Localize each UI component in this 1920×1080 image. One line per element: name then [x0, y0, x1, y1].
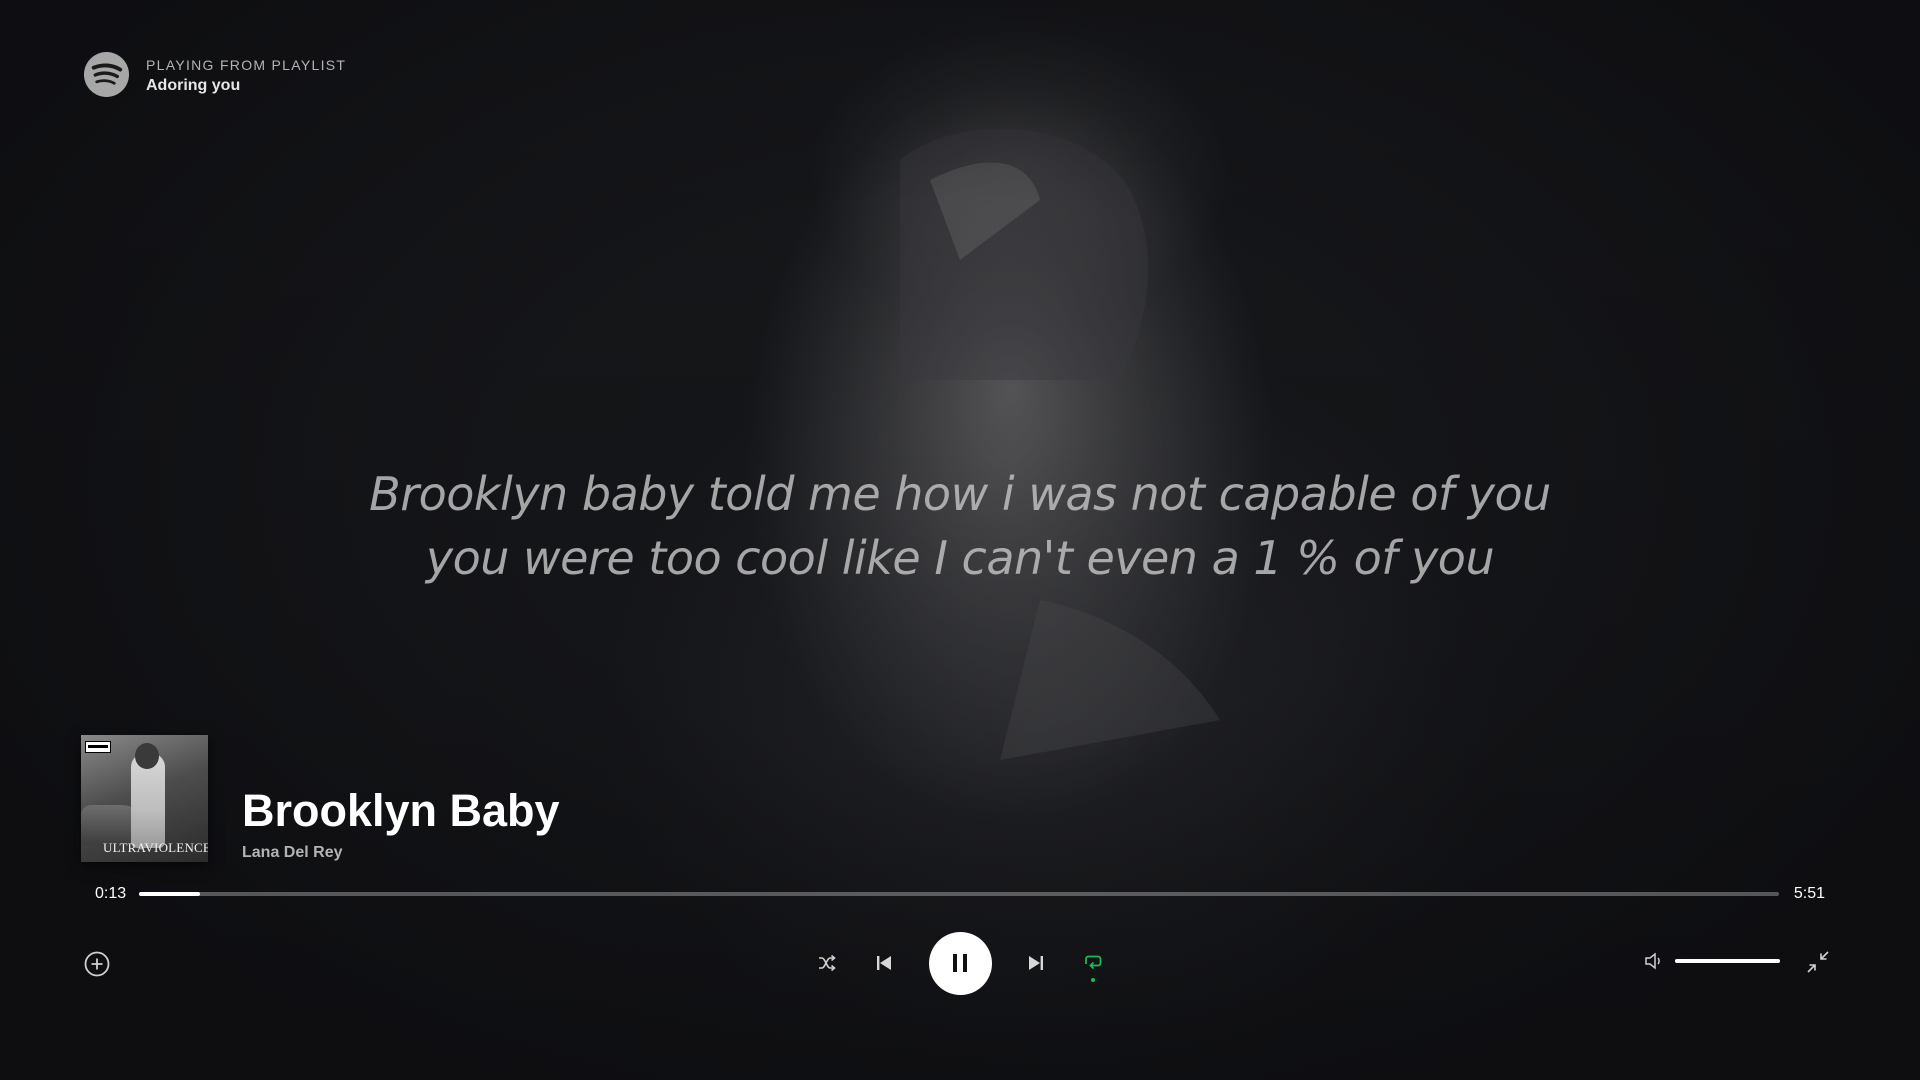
- minimize-icon[interactable]: [1805, 949, 1831, 975]
- skip-back-icon: [876, 956, 891, 970]
- volume-fill: [1675, 959, 1780, 963]
- skip-forward-icon: [1029, 956, 1044, 970]
- repeat-button[interactable]: [1081, 951, 1105, 982]
- lyric-line: you were too cool like I can't even a 1 …: [425, 531, 1495, 585]
- progress-row: 0:13 5:51: [95, 884, 1825, 904]
- pause-icon: [953, 954, 967, 972]
- shuffle-icon: [819, 954, 836, 972]
- cover-title-text: ULTRAVIOLENCE: [103, 840, 208, 855]
- pause-button[interactable]: [928, 931, 992, 995]
- progress-bar[interactable]: [139, 892, 1779, 896]
- playing-from-header: PLAYING FROM PLAYLIST Adoring you: [83, 51, 346, 98]
- playing-from-label: PLAYING FROM PLAYLIST: [146, 56, 347, 73]
- album-cover[interactable]: ULTRAVIOLENCE: [81, 735, 208, 862]
- repeat-icon: [1085, 955, 1102, 970]
- transport-controls: [815, 930, 1105, 996]
- repeat-active-indicator: [1091, 978, 1095, 982]
- progress-fill: [139, 892, 200, 896]
- next-button[interactable]: [1024, 951, 1048, 975]
- volume-icon[interactable]: [1643, 950, 1665, 972]
- duration-time: 5:51: [1793, 885, 1825, 902]
- previous-button[interactable]: [872, 951, 896, 975]
- shuffle-button[interactable]: [815, 951, 839, 975]
- elapsed-time: 0:13: [95, 885, 127, 902]
- now-playing-track: ULTRAVIOLENCE Brooklyn Baby Lana Del Rey: [81, 735, 560, 862]
- lyrics: Brooklyn baby told me how i was not capa…: [0, 462, 1920, 590]
- volume-slider[interactable]: [1675, 959, 1780, 963]
- track-title[interactable]: Brooklyn Baby: [242, 784, 560, 838]
- spotify-logo-icon[interactable]: [83, 51, 130, 98]
- track-artist[interactable]: Lana Del Rey: [242, 844, 560, 862]
- playback-controls: [0, 930, 1920, 996]
- lyric-line: Brooklyn baby told me how i was not capa…: [369, 467, 1551, 521]
- plus-circle-icon[interactable]: [84, 951, 110, 977]
- cover-head-shape: [135, 743, 159, 769]
- parental-advisory-badge: [85, 741, 111, 753]
- volume-control: [1643, 950, 1780, 972]
- playlist-name[interactable]: Adoring you: [146, 77, 346, 95]
